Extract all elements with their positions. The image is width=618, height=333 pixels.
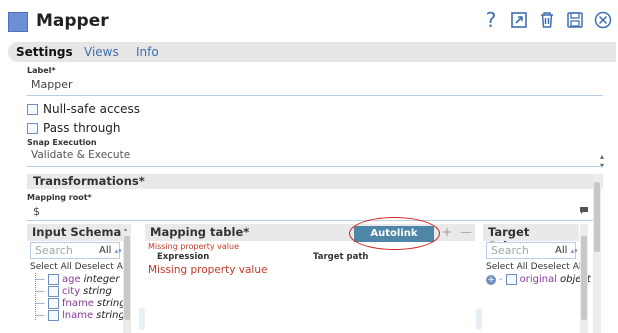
- input-schema-panel: Input Schema Search All ▴▾ Select All De…: [27, 224, 131, 333]
- mapping-root-caption: Mapping root*: [27, 193, 92, 202]
- input-select-all-link[interactable]: Select All: [30, 262, 72, 272]
- delete-icon[interactable]: [538, 10, 556, 30]
- snap-title: Mapper: [36, 11, 109, 31]
- label-input[interactable]: Mapper: [31, 78, 73, 91]
- select-caret-icon[interactable]: ▴▾: [600, 152, 604, 170]
- null-safe-checkbox[interactable]: [27, 103, 38, 115]
- save-icon[interactable]: [566, 10, 584, 30]
- help-icon[interactable]: ?: [482, 10, 500, 30]
- input-schema-filter[interactable]: All ▴▾: [99, 245, 122, 256]
- target-select-all-link[interactable]: Select All: [486, 262, 528, 272]
- input-field-name: city: [62, 286, 81, 297]
- input-field-type: string: [83, 286, 112, 297]
- input-field-type: string: [96, 298, 126, 309]
- input-schema-title: Input Schema: [32, 225, 122, 239]
- snap-header: Mapper ?: [0, 0, 618, 42]
- input-schema-header: Input Schema: [27, 224, 131, 241]
- snap-execution-select[interactable]: Validate & Execute: [31, 149, 130, 161]
- header-toolbar: ?: [482, 10, 612, 30]
- close-icon[interactable]: [594, 10, 612, 30]
- pass-through-checkbox[interactable]: [27, 122, 38, 134]
- input-field-name: lname: [62, 310, 94, 321]
- input-field-name: fname: [62, 298, 94, 309]
- mapping-error-row: Missing property value: [148, 264, 268, 276]
- target-schema-scrollbar-thumb[interactable]: [581, 236, 587, 320]
- pass-through-row[interactable]: Pass through: [27, 121, 121, 135]
- input-field-row[interactable]: — age integer: [35, 274, 119, 285]
- input-field-type: integer: [83, 274, 120, 285]
- snap-icon: [8, 12, 28, 32]
- tab-settings[interactable]: Settings: [16, 45, 73, 59]
- expand-plus-icon[interactable]: +: [486, 274, 496, 285]
- tab-bar: Settings Views Info: [8, 42, 616, 62]
- input-field-type: string: [96, 310, 125, 321]
- null-safe-row[interactable]: Null-safe access: [27, 102, 140, 116]
- transformations-header: Transformations*: [27, 174, 603, 189]
- snap-execution-underline: [27, 166, 603, 167]
- target-schema-filter[interactable]: All ▴▾: [555, 245, 578, 256]
- export-icon[interactable]: [510, 10, 528, 30]
- label-caption: Label*: [27, 66, 56, 75]
- main-scrollbar-thumb[interactable]: [594, 182, 600, 252]
- mapping-table-title: Mapping table*: [150, 225, 250, 239]
- mapping-root-input[interactable]: $: [33, 205, 40, 218]
- input-schema-filter-value: All: [99, 245, 112, 256]
- target-schema-header: Target Schema: [483, 224, 579, 253]
- input-field-row[interactable]: — city string: [35, 286, 112, 297]
- target-schema-scrollbar[interactable]: [580, 224, 588, 333]
- target-deselect-all-link[interactable]: Deselect All: [531, 262, 584, 272]
- col-expression-header: Expression: [157, 252, 210, 262]
- input-field-checkbox[interactable]: [48, 274, 59, 285]
- input-field-checkbox[interactable]: [48, 310, 59, 321]
- snap-execution-caption: Snap Execution: [27, 138, 97, 147]
- mapping-error-top: Missing property value: [148, 242, 240, 251]
- input-field-checkbox[interactable]: [48, 298, 59, 309]
- main-scrollbar[interactable]: [593, 174, 601, 333]
- input-field-row[interactable]: — fname string: [35, 298, 126, 309]
- tab-views[interactable]: Views: [84, 45, 119, 59]
- input-field-row[interactable]: — lname string: [35, 310, 125, 321]
- input-schema-scrollbar[interactable]: ▴: [123, 224, 131, 333]
- target-schema-filter-value: All: [555, 245, 568, 256]
- target-field-checkbox[interactable]: [505, 274, 517, 285]
- nav-right-arrow[interactable]: [476, 308, 482, 330]
- comment-icon[interactable]: [579, 206, 589, 218]
- target-field-row[interactable]: + - original object: [486, 274, 591, 285]
- nav-left-arrow[interactable]: [139, 308, 145, 330]
- annotation-highlight: [349, 217, 440, 250]
- target-field-name: original: [519, 274, 557, 285]
- target-schema-panel: Target Schema Search All ▴▾ Select All D…: [483, 224, 591, 333]
- col-target-path-header: Target path: [313, 252, 369, 262]
- mapping-root-underline: [27, 220, 593, 221]
- input-field-checkbox[interactable]: [48, 286, 59, 297]
- add-row-icon[interactable]: +: [442, 225, 452, 239]
- pass-through-label: Pass through: [43, 121, 121, 135]
- transformations-title: Transformations*: [33, 174, 145, 188]
- target-schema-select-links: Select All Deselect All: [486, 262, 584, 272]
- input-deselect-all-link[interactable]: Deselect All: [75, 262, 128, 272]
- remove-row-icon[interactable]: —: [460, 225, 472, 239]
- input-schema-scrollbar-thumb[interactable]: [124, 236, 130, 320]
- input-schema-select-links: Select All Deselect All: [30, 262, 128, 272]
- tab-info[interactable]: Info: [136, 45, 159, 59]
- null-safe-label: Null-safe access: [43, 102, 141, 116]
- label-underline: [27, 95, 603, 96]
- input-field-name: age: [62, 274, 81, 285]
